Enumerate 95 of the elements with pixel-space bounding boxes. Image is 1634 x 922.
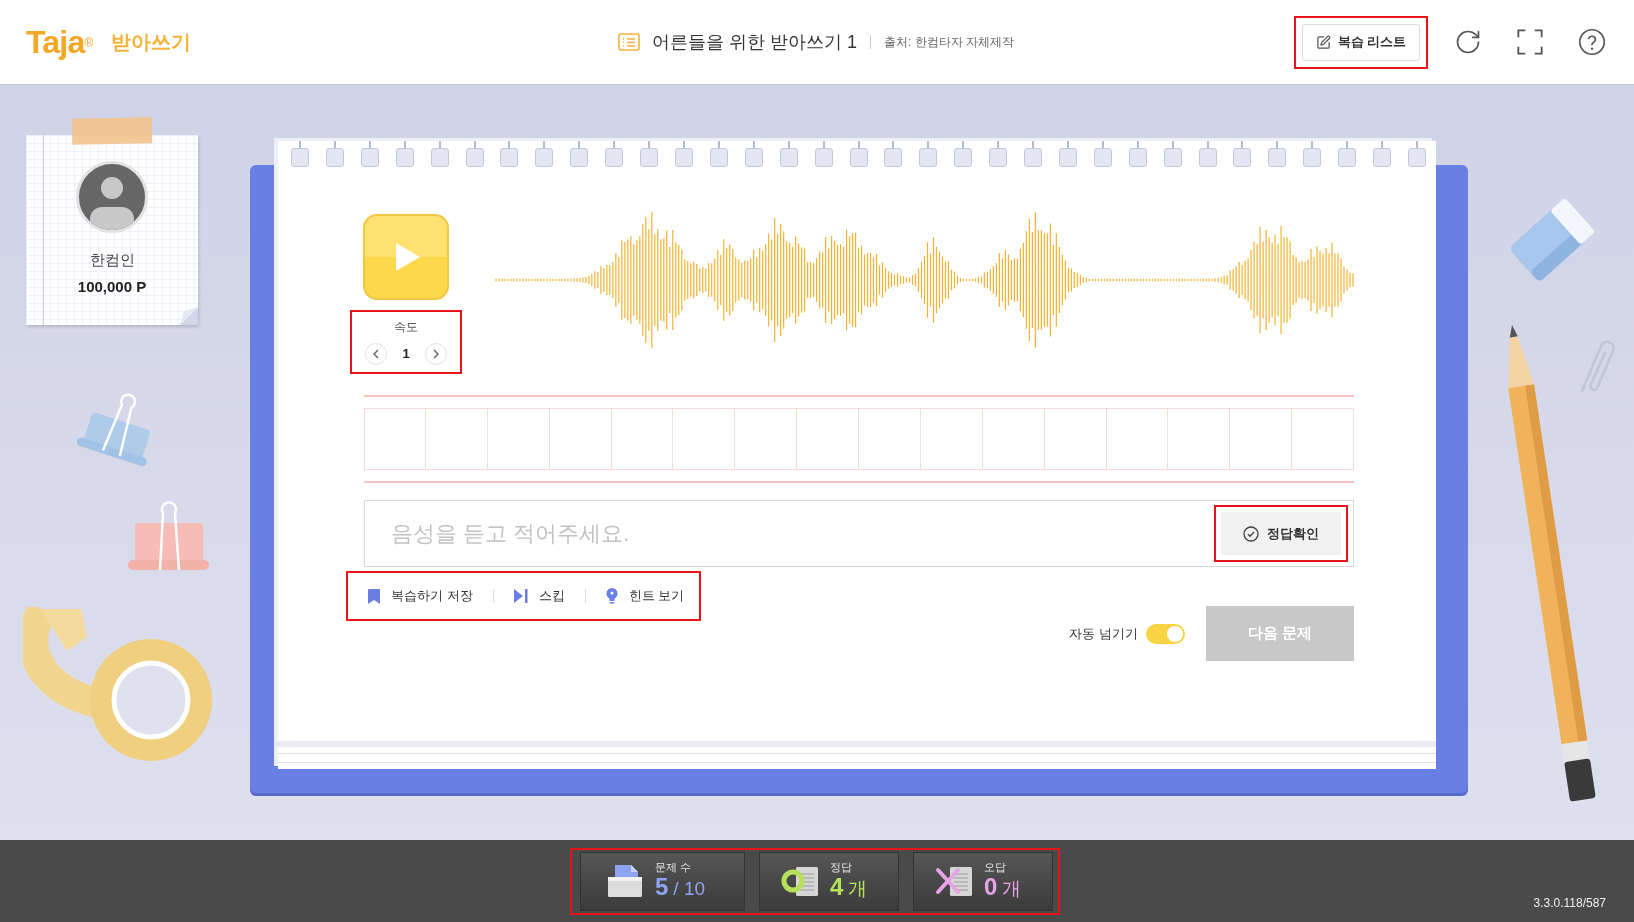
stat-label: 정답 xyxy=(830,860,853,874)
refresh-icon[interactable] xyxy=(1454,28,1482,56)
stat-suffix: 개 xyxy=(1002,877,1022,901)
spiral-ring-icon xyxy=(1058,141,1077,167)
spiral-ring-icon xyxy=(1408,141,1426,167)
user-name: 한컴인 xyxy=(89,250,135,270)
review-list-button[interactable]: 복습 리스트 xyxy=(1302,23,1420,61)
letter-box xyxy=(425,408,488,470)
spiral-ring-icon xyxy=(779,141,798,167)
spiral-ring-icon xyxy=(640,141,659,167)
spiral-ring-icon xyxy=(325,141,344,167)
spiral-ring-icon xyxy=(465,141,484,167)
speed-label: 속도 xyxy=(394,319,418,335)
chevron-right-icon xyxy=(432,349,439,359)
spiral-ring-icon xyxy=(395,141,414,167)
list-icon xyxy=(618,33,640,51)
answer-field[interactable]: 음성을 듣고 적어주세요. 정답확인 xyxy=(364,500,1354,567)
spiral-ring-icon xyxy=(744,141,763,167)
toggle-switch[interactable] xyxy=(1146,623,1185,644)
letter-box xyxy=(1292,408,1354,470)
speed-down-button[interactable] xyxy=(365,343,388,365)
stat-label: 문제 수 xyxy=(655,860,693,874)
answer-input[interactable]: 음성을 듣고 적어주세요. xyxy=(391,513,1214,554)
points-text: 100,000 P xyxy=(77,276,147,297)
spiral-ring-icon xyxy=(1303,141,1322,167)
spiral-ring-icon xyxy=(1268,141,1287,167)
lightbulb-icon xyxy=(605,587,618,605)
stat-value: 0 xyxy=(984,874,998,900)
skip-button[interactable]: 스킵 xyxy=(513,586,565,606)
spiral-ring-icon xyxy=(291,141,309,167)
letter-box xyxy=(982,408,1045,470)
folded-corner-drawing xyxy=(180,307,198,325)
spiral-ring-icon xyxy=(1128,141,1147,167)
spiral-ring-icon xyxy=(430,141,449,167)
letter-box xyxy=(1044,408,1107,470)
page-title: 어른들을 위한 받아쓰기 1 xyxy=(652,30,857,54)
letter-box xyxy=(673,408,736,470)
letter-box xyxy=(1230,408,1293,470)
spiral-ring-icon xyxy=(919,141,938,167)
skip-icon xyxy=(513,589,528,603)
logo: Taja$^{®}$ xyxy=(26,26,93,58)
stat-value: 5 xyxy=(655,874,669,900)
letter-box xyxy=(735,408,798,470)
letter-box xyxy=(797,408,859,470)
spiral-ring-icon xyxy=(884,141,903,167)
letter-box xyxy=(1106,408,1169,470)
check-circle-icon xyxy=(1243,525,1259,542)
letter-box xyxy=(549,408,612,470)
spiral-ring-icon xyxy=(709,141,728,167)
speed-up-button[interactable] xyxy=(424,343,447,365)
spiral-ring-icon xyxy=(1338,141,1357,167)
spiral-ring-icon xyxy=(1024,141,1043,167)
chevron-left-icon xyxy=(373,349,380,359)
bookmark-icon xyxy=(368,588,380,604)
hint-button[interactable]: 힌트 보기 xyxy=(605,586,685,606)
spiral-ring-icon xyxy=(674,141,693,167)
speed-value: 1 xyxy=(402,345,410,364)
letter-box xyxy=(487,408,550,470)
help-icon[interactable] xyxy=(1578,28,1606,56)
cross-document-icon xyxy=(935,864,975,898)
spiral-ring-icon xyxy=(814,141,833,167)
spiral-ring-icon xyxy=(1233,141,1252,167)
letter-box xyxy=(611,408,674,470)
edit-icon xyxy=(1315,34,1331,50)
source-text: 출처: 한컴타자 자체제작 xyxy=(884,34,1014,51)
check-answer-button[interactable]: 정답확인 xyxy=(1221,512,1341,555)
auto-next-label: 자동 넘기기 xyxy=(1069,624,1138,643)
stat-value: 4 xyxy=(830,874,844,900)
letter-box xyxy=(364,408,426,470)
stat-suffix: 개 xyxy=(848,877,868,901)
spiral-ring-icon xyxy=(954,141,973,167)
play-icon xyxy=(396,243,420,271)
stat-label: 오답 xyxy=(984,860,1007,874)
spiral-ring-icon xyxy=(849,141,868,167)
app-name: 받아쓰기 xyxy=(110,30,191,55)
ring-document-icon xyxy=(781,864,821,898)
spiral-ring-icon xyxy=(535,141,554,167)
letter-box xyxy=(1168,408,1231,470)
spiral-ring-icon xyxy=(1198,141,1217,167)
spiral-ring-icon xyxy=(570,141,589,167)
spiral-ring-icon xyxy=(1163,141,1182,167)
spiral-ring-icon xyxy=(605,141,624,167)
spiral-ring-icon xyxy=(1373,141,1392,167)
avatar-icon xyxy=(76,161,148,233)
play-button[interactable] xyxy=(363,214,449,300)
spiral-ring-icon xyxy=(1093,141,1112,167)
spiral-ring-icon xyxy=(989,141,1008,167)
version-text: 3.3.0.118/587 xyxy=(1533,895,1607,912)
save-review-button[interactable]: 복습하기 저장 xyxy=(368,586,473,606)
letter-box xyxy=(859,408,921,470)
letter-box xyxy=(920,408,983,470)
spiral-ring-icon xyxy=(500,141,519,167)
fullscreen-icon[interactable] xyxy=(1516,28,1544,56)
stat-suffix: / 10 xyxy=(673,877,706,901)
spiral-ring-icon xyxy=(360,141,379,167)
